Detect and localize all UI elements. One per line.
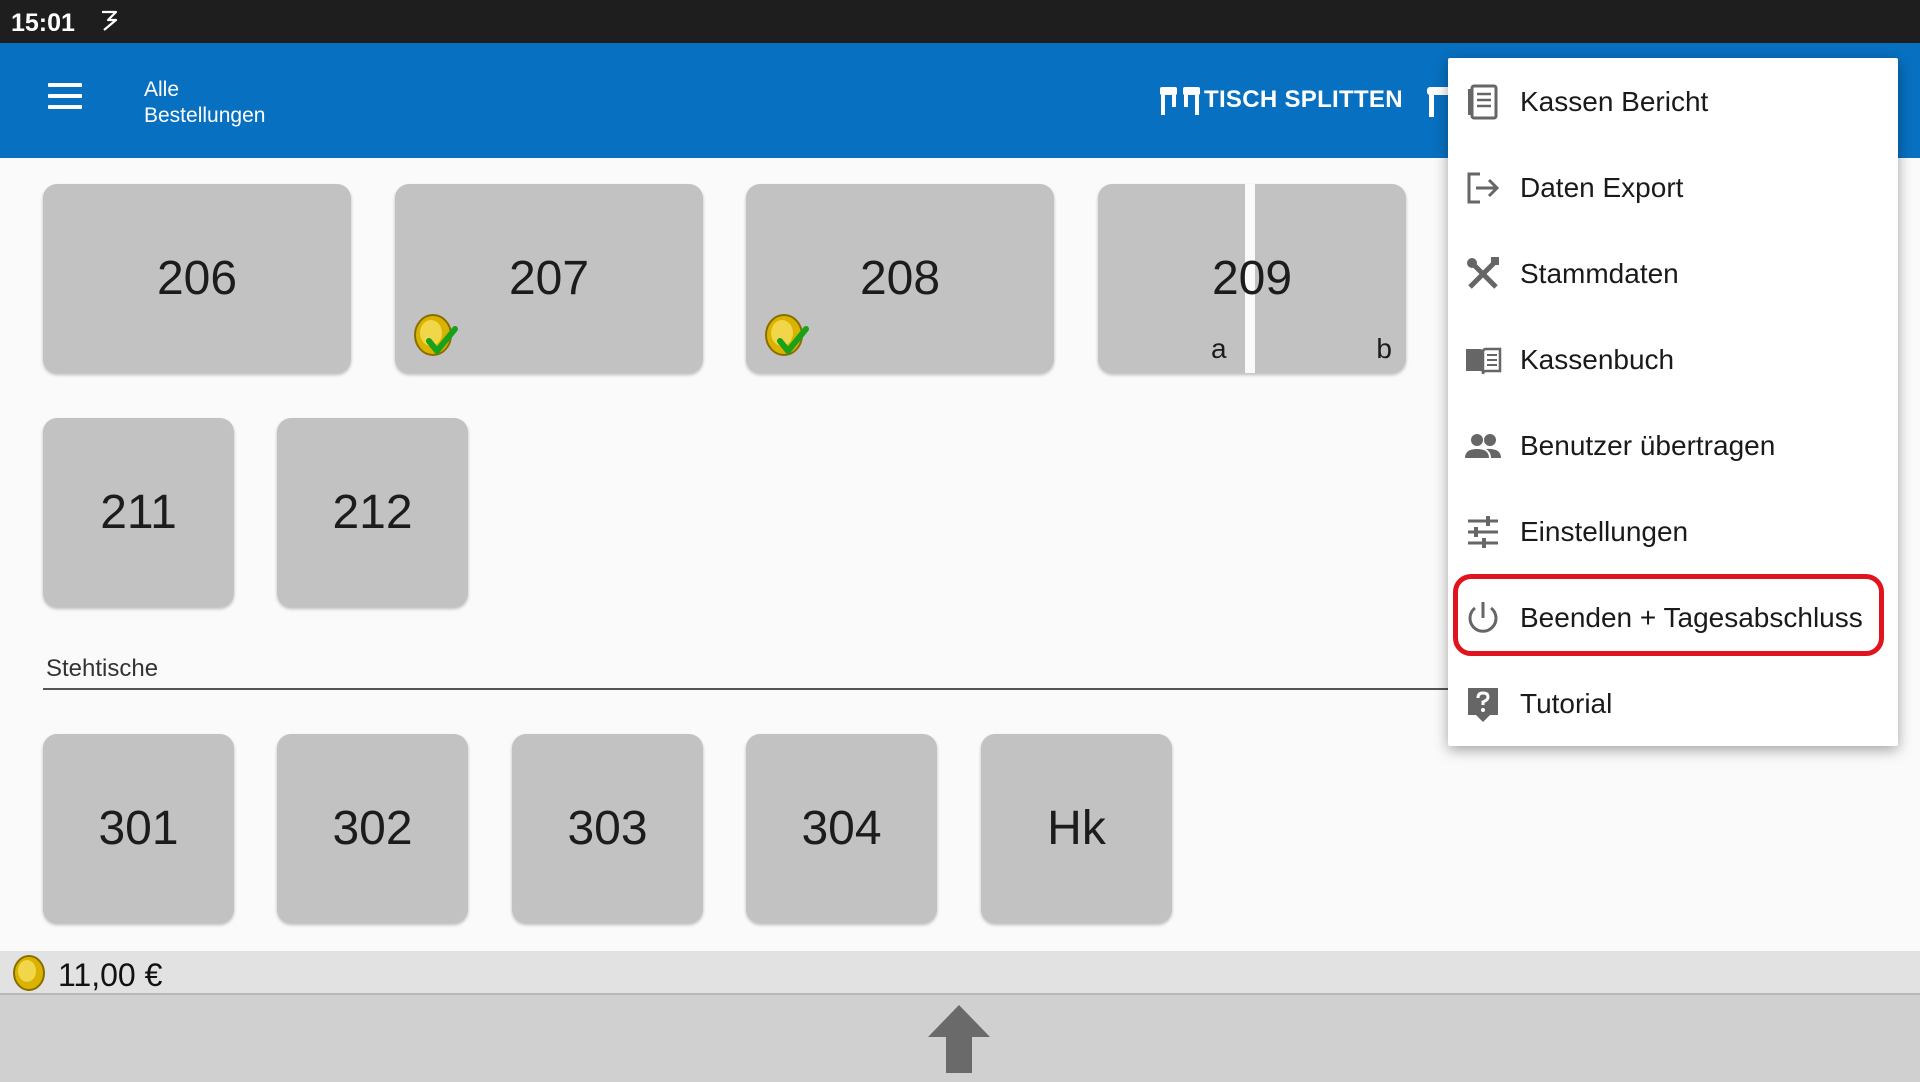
table-number: 302: [332, 802, 413, 855]
split-part-b-label[interactable]: b: [1376, 333, 1392, 365]
table-number: 211: [100, 486, 177, 539]
menu-item-tutorial[interactable]: Tutorial: [1448, 660, 1898, 746]
table-212[interactable]: 212: [277, 418, 468, 607]
table-number: 207: [508, 252, 590, 305]
table-number: 209: [1211, 252, 1293, 305]
paid-coin-check-icon: [765, 314, 809, 356]
bottom-bar: [0, 993, 1920, 1082]
menu-item-label: Daten Export: [1520, 172, 1684, 203]
section-divider: [43, 688, 1463, 690]
menu-item-kassenbuch[interactable]: Kassenbuch: [1448, 316, 1898, 402]
menu-item-daten-export[interactable]: Daten Export: [1448, 144, 1898, 230]
notification-icon: [102, 10, 118, 31]
split-table-button[interactable]: TISCH SPLITTEN: [1158, 76, 1403, 124]
table-number: Hk: [1047, 802, 1106, 855]
menu-item-benutzer-uebertragen[interactable]: Benutzer übertragen: [1448, 402, 1898, 488]
highlight-box: [1453, 574, 1884, 656]
menu-item-label: Kassen Bericht: [1520, 86, 1709, 117]
table-number: 301: [98, 802, 179, 855]
menu-item-label: Stammdaten: [1520, 258, 1679, 289]
table-208[interactable]: 208: [746, 184, 1054, 373]
menu-item-label: Einstellungen: [1520, 516, 1689, 547]
section-label: Stehtische: [46, 655, 159, 682]
menu-item-label: Kassenbuch: [1520, 344, 1675, 375]
table-211[interactable]: 211: [43, 418, 234, 607]
page-title: Alle Bestellungen: [144, 77, 265, 129]
report-icon: [1468, 84, 1498, 120]
table-number: 208: [859, 252, 941, 305]
menu-item-einstellungen[interactable]: Einstellungen: [1448, 488, 1898, 574]
paid-coin-check-icon: [414, 314, 458, 356]
export-icon: [1467, 172, 1500, 204]
page-title-line2: Bestellungen: [144, 104, 266, 127]
table-number: 303: [567, 802, 648, 855]
split-table-label: TISCH SPLITTEN: [1204, 86, 1403, 113]
table-301[interactable]: 301: [43, 734, 234, 923]
menu-item-stammdaten[interactable]: Stammdaten: [1448, 230, 1898, 316]
sliders-icon: [1468, 516, 1498, 548]
split-part-a-label[interactable]: a: [1211, 333, 1227, 365]
arrow-up-icon[interactable]: [926, 1003, 992, 1075]
menu-item-label: Benutzer übertragen: [1520, 430, 1776, 461]
table-207[interactable]: 207: [395, 184, 703, 373]
users-icon: [1465, 434, 1501, 458]
hamburger-menu-icon[interactable]: [44, 79, 86, 121]
menu-item-label: Tutorial: [1520, 688, 1613, 719]
table-302[interactable]: 302: [277, 734, 468, 923]
table-304[interactable]: 304: [746, 734, 937, 923]
tools-icon: [1467, 257, 1499, 289]
status-bar: 15:01: [0, 0, 1920, 43]
status-time: 15:01: [11, 9, 75, 37]
table-number: 304: [801, 802, 882, 855]
split-table-icon: [1160, 87, 1200, 115]
help-icon: [1468, 688, 1498, 722]
coin-icon: [13, 955, 45, 991]
menu-item-kassen-bericht[interactable]: Kassen Bericht: [1448, 58, 1898, 144]
table-number: 212: [332, 486, 413, 539]
total-amount: 11,00 €: [58, 957, 163, 993]
table-number: 206: [156, 252, 238, 305]
total-bar: 11,00 €: [0, 951, 1920, 993]
table-209-split[interactable]: 209 a b: [1098, 184, 1406, 373]
page-title-line1: Alle: [144, 78, 180, 101]
table-303[interactable]: 303: [512, 734, 703, 923]
table-hk[interactable]: Hk: [981, 734, 1172, 923]
table-206[interactable]: 206: [43, 184, 351, 373]
book-icon: [1466, 347, 1502, 375]
